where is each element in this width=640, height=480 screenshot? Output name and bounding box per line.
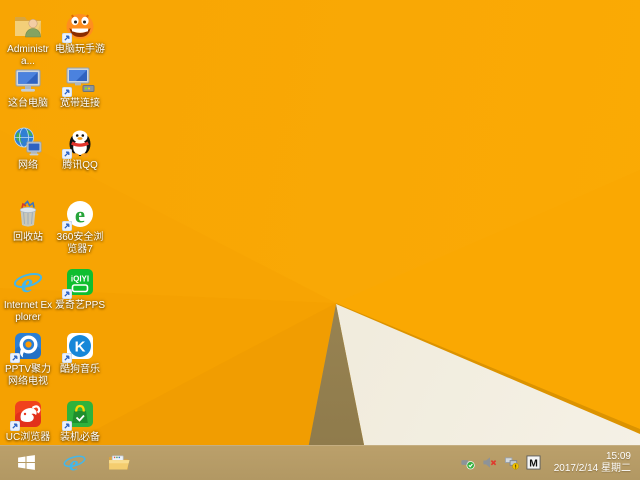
icon-label: Internet Explorer (3, 300, 53, 323)
desktop: Administra... 电脑玩手游这台电脑 宽带连接网络 腾讯QQ 回收站 e 360安… (0, 0, 640, 480)
system-tray: M 15:09 2017/2/14 星期二 (460, 445, 640, 480)
network-warning-icon[interactable] (504, 455, 519, 470)
desktop-icon-iqiyi[interactable]: iQIYI 爱奇艺PPS (54, 266, 106, 312)
pptv-icon (10, 330, 44, 363)
volume-muted-icon[interactable] (482, 455, 497, 470)
desktop-icon-broadband[interactable]: 宽带连接 (54, 64, 106, 110)
icon-label: 腾讯QQ (62, 160, 98, 171)
shortcut-arrow-icon (62, 33, 72, 43)
desktop-icon-pptv[interactable]: PPTV聚力 网络电视 (2, 330, 54, 387)
this-pc-icon (12, 64, 44, 96)
shortcut-arrow-icon (10, 353, 20, 363)
svg-text:e: e (21, 268, 33, 298)
icon-label: PPTV聚力 网络电视 (4, 364, 52, 387)
network-icon (12, 126, 44, 158)
kugou-icon: K (62, 330, 96, 363)
desktop-icon-user-folder[interactable]: Administra... (2, 10, 54, 67)
shortcut-arrow-icon (62, 353, 72, 363)
taskbar-buttons: e (0, 445, 140, 480)
svg-text:K: K (75, 339, 86, 356)
shortcut-arrow-icon (62, 87, 72, 97)
ie-icon: e (62, 450, 87, 475)
shortcut-arrow-icon (62, 289, 72, 299)
desktop-icon-network[interactable]: 网络 (2, 126, 54, 172)
icon-label: 酷狗音乐 (60, 364, 100, 375)
desktop-icon-bag[interactable]: 装机必备 (54, 398, 106, 444)
taskbar-ie-button[interactable]: e (52, 445, 96, 480)
game-monster-icon (62, 10, 96, 43)
shortcut-arrow-icon (10, 421, 20, 431)
desktop-icon-kugou[interactable]: K 酷狗音乐 (54, 330, 106, 376)
desktop-icon-ie[interactable]: e Internet Explorer (2, 266, 54, 323)
uc-icon (10, 398, 44, 431)
svg-text:iQIYI: iQIYI (71, 275, 89, 284)
windows-flag-icon (16, 452, 37, 473)
taskbar-clock[interactable]: 15:09 2017/2/14 星期二 (554, 451, 631, 475)
icon-label: 电脑玩手游 (55, 44, 105, 55)
browser-360-icon: e (62, 198, 96, 231)
ime-m-icon[interactable]: M (526, 455, 541, 470)
clock-date: 2017/2/14 星期二 (553, 462, 631, 474)
desktop-icon-this-pc[interactable]: 这台电脑 (2, 64, 54, 110)
shortcut-arrow-icon (62, 421, 72, 431)
shortcut-arrow-icon (62, 149, 72, 159)
icon-label: 装机必备 (60, 432, 100, 443)
iqiyi-icon: iQIYI (62, 266, 96, 299)
icon-label: 回收站 (13, 232, 43, 243)
clock-time: 15:09 (605, 450, 631, 462)
desktop-icon-recycle-bin[interactable]: 回收站 (2, 198, 54, 244)
desktop-icon-qq[interactable]: 腾讯QQ (54, 126, 106, 172)
icon-label: 网络 (18, 160, 38, 171)
taskbar-explorer-button[interactable] (96, 445, 140, 480)
icon-label: 爱奇艺PPS (54, 300, 105, 311)
ie-icon: e (12, 266, 44, 298)
taskbar: e M 15:09 2017/2/14 星期二 (0, 445, 640, 480)
icon-label: 360安全浏览器7 (56, 232, 104, 255)
svg-text:e: e (69, 451, 78, 475)
start-button[interactable] (0, 445, 52, 480)
folder-icon (106, 450, 131, 475)
svg-text:e: e (75, 203, 85, 228)
icon-label: 这台电脑 (8, 98, 48, 109)
user-folder-icon (12, 10, 44, 42)
desktop-icon-game-monster[interactable]: 电脑玩手游 (54, 10, 106, 56)
shortcut-arrow-icon (62, 221, 72, 231)
desktop-icon-uc[interactable]: UC浏览器 (2, 398, 54, 444)
usb-safely-remove-icon[interactable] (460, 455, 475, 470)
tray-icons: M (460, 455, 541, 470)
bag-icon (62, 398, 96, 431)
icon-label: UC浏览器 (5, 432, 51, 443)
svg-text:M: M (529, 458, 538, 469)
qq-icon (62, 126, 96, 159)
desktop-icon-browser-360[interactable]: e 360安全浏览器7 (54, 198, 106, 255)
broadband-icon (62, 64, 96, 97)
icon-label: 宽带连接 (60, 98, 100, 109)
recycle-bin-icon (12, 198, 44, 230)
